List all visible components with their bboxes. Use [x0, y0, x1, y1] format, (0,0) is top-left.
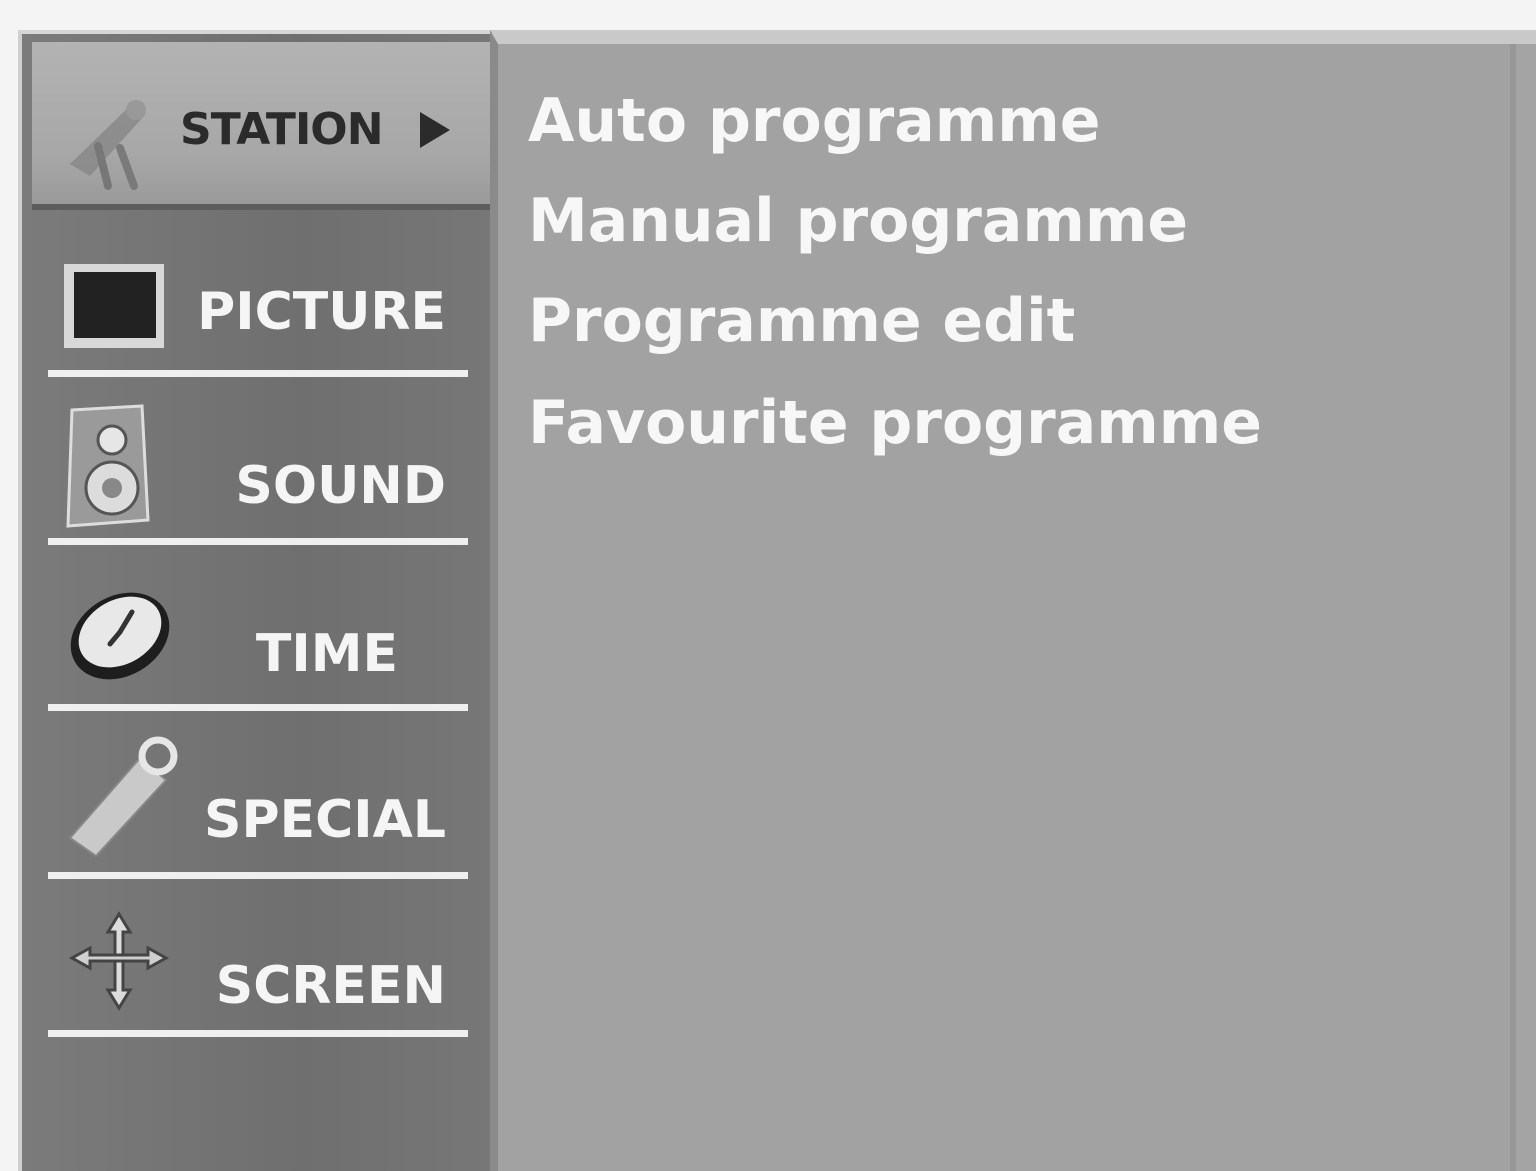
nav-item-time[interactable]: TIME: [48, 552, 468, 712]
move-arrows-icon: [64, 906, 174, 1020]
antenna-icon: [60, 86, 170, 200]
picture-icon: [60, 258, 170, 358]
submenu-panel: Auto programme Manual programme Programm…: [490, 30, 1536, 1171]
nav-label-screen: SCREEN: [215, 956, 446, 1016]
nav-label-special: SPECIAL: [204, 790, 446, 850]
nav-divider: [48, 370, 468, 377]
nav-item-special[interactable]: SPECIAL: [48, 718, 468, 878]
option-manual-programme[interactable]: Manual programme: [528, 186, 1188, 256]
option-programme-edit[interactable]: Programme edit: [528, 286, 1075, 356]
tag-icon: [62, 734, 182, 868]
nav-divider: [48, 1030, 468, 1037]
nav-label-picture: PICTURE: [197, 282, 446, 342]
submenu-inner: Auto programme Manual programme Programm…: [498, 44, 1516, 1171]
speaker-icon: [62, 402, 162, 536]
nav-label-station: STATION: [180, 104, 384, 155]
option-auto-programme[interactable]: Auto programme: [528, 86, 1100, 156]
nav-item-sound[interactable]: SOUND: [48, 384, 468, 544]
option-favourite-programme[interactable]: Favourite programme: [528, 388, 1262, 458]
main-menu-nav: STATION PICTURE SOUND TIME SPECIAL SCREE…: [18, 30, 490, 1171]
clock-icon: [62, 578, 182, 692]
nav-label-time: TIME: [255, 624, 398, 684]
nav-label-sound: SOUND: [235, 456, 446, 516]
nav-divider: [48, 872, 468, 879]
nav-item-screen[interactable]: SCREEN: [48, 886, 468, 1046]
submenu-arrow-icon: [420, 112, 450, 148]
tv-osd-menu: STATION PICTURE SOUND TIME SPECIAL SCREE…: [0, 0, 1536, 1171]
nav-item-picture[interactable]: PICTURE: [48, 224, 468, 384]
nav-item-station[interactable]: STATION: [32, 42, 490, 210]
nav-divider: [48, 704, 468, 711]
nav-divider: [48, 538, 468, 545]
